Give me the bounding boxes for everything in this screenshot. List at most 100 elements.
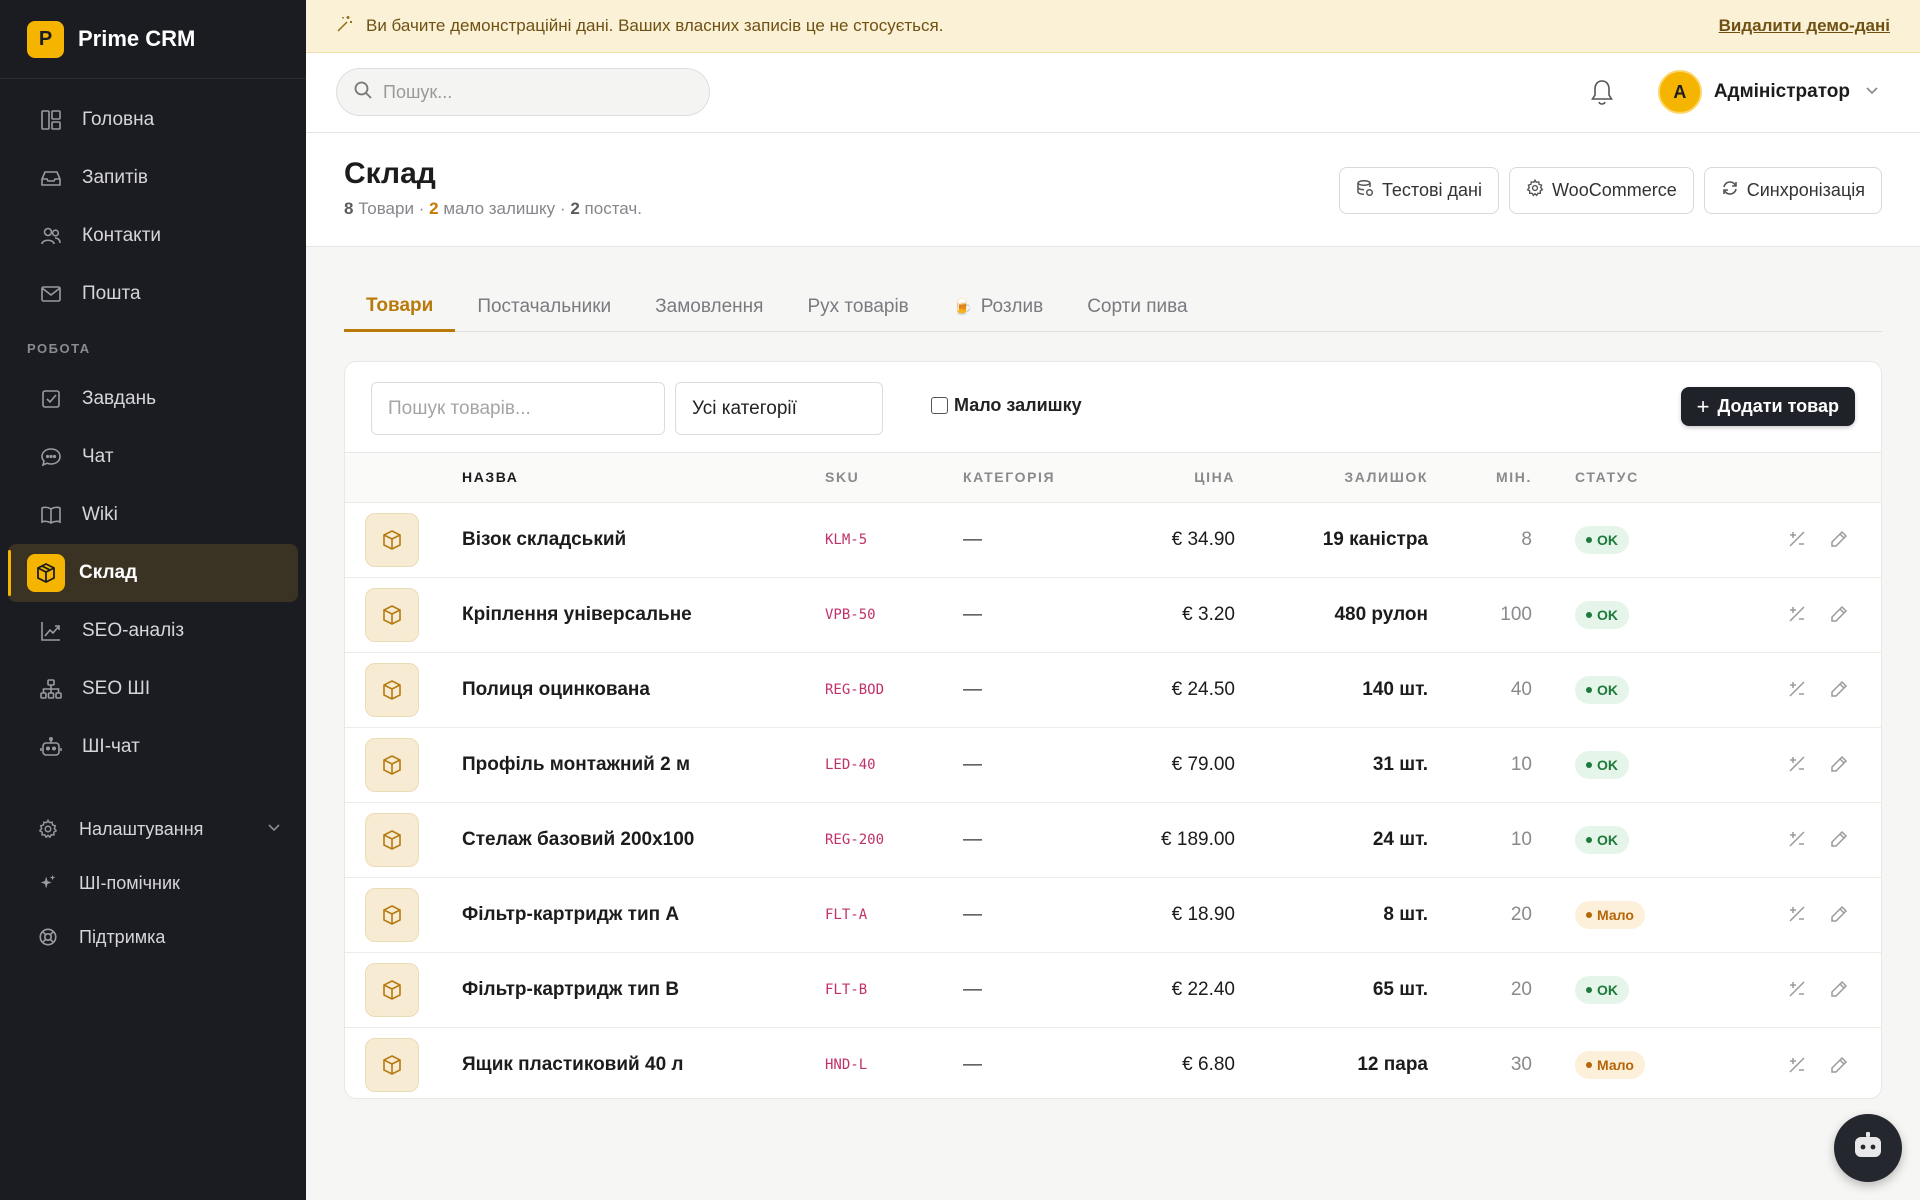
product-name[interactable]: Візок складський	[462, 502, 825, 577]
separator: ·	[418, 199, 425, 218]
product-name[interactable]: Кріплення універсальне	[462, 577, 825, 652]
sidebar-item-ai-chat[interactable]: ШІ-чат	[8, 718, 298, 776]
sidebar-item-mail[interactable]: Пошта	[8, 265, 298, 323]
row-actions	[1707, 877, 1881, 952]
adjust-stock-icon[interactable]	[1787, 754, 1807, 774]
bell-icon[interactable]	[1589, 78, 1615, 111]
adjust-stock-icon[interactable]	[1787, 679, 1807, 699]
status-text: OK	[1597, 831, 1618, 848]
status-badge: OK	[1575, 825, 1629, 854]
product-min: 10	[1510, 753, 1532, 775]
sidebar-item-label: Контакти	[82, 225, 162, 246]
tab-orders[interactable]: Замовлення	[633, 282, 785, 332]
woocommerce-button[interactable]: WooCommerce	[1509, 167, 1694, 214]
product-stock: 24 шт.	[1372, 828, 1428, 850]
row-actions	[1707, 952, 1881, 1027]
tab-stock-movement[interactable]: Рух товарів	[785, 282, 930, 332]
col-stock[interactable]: ЗАЛИШОК	[1235, 453, 1428, 502]
edit-pencil-icon[interactable]	[1829, 604, 1849, 624]
product-sku: REG-BOD	[825, 681, 885, 698]
product-name[interactable]: Фільтр-картридж тип B	[462, 952, 825, 1027]
tab-products[interactable]: Товари	[344, 282, 456, 332]
table-row[interactable]: Фільтр-картридж тип B FLT-B — € 22.40 65 шт.…	[345, 952, 1881, 1027]
tab-label: Розлив	[980, 296, 1044, 317]
table-row[interactable]: Кріплення універсальне VPB-50 — € 3.20 480 р…	[345, 577, 1881, 652]
adjust-stock-icon[interactable]	[1787, 904, 1807, 924]
adjust-stock-icon[interactable]	[1787, 529, 1807, 549]
adjust-stock-icon[interactable]	[1787, 829, 1807, 849]
adjust-stock-icon[interactable]	[1787, 604, 1807, 624]
ai-chat-fab[interactable]	[1834, 1114, 1902, 1182]
sidebar-item-tasks[interactable]: Завдань	[8, 370, 298, 428]
sidebar-item-ai-assistant[interactable]: ШІ-помічник	[8, 856, 298, 910]
add-product-button[interactable]: + Додати товар	[1680, 387, 1855, 426]
table-row[interactable]: Фільтр-картридж тип A FLT-A — € 18.90 8 шт. 2…	[345, 877, 1881, 952]
product-stock: 140 шт.	[1362, 678, 1428, 700]
col-min[interactable]: МІН.	[1428, 453, 1532, 502]
magic-wand-icon	[336, 15, 354, 38]
product-name[interactable]: Профіль монтажний 2 м	[462, 727, 825, 802]
adjust-stock-icon[interactable]	[1787, 979, 1807, 999]
col-category[interactable]: КАТЕГОРІЯ	[963, 453, 1083, 502]
table-row[interactable]: Профіль монтажний 2 м LED-40 — € 79.00 31 шт…	[345, 727, 1881, 802]
product-sku: FLT-A	[825, 906, 868, 923]
product-search-input[interactable]	[371, 382, 665, 435]
col-status[interactable]: СТАТУС	[1532, 453, 1707, 502]
col-sku[interactable]: SKU	[825, 453, 963, 502]
product-name[interactable]: Фільтр-картридж тип A	[462, 877, 825, 952]
table-header-row: НАЗВА SKU КАТЕГОРІЯ ЦІНА ЗАЛИШОК МІН. СТ…	[345, 453, 1881, 502]
sidebar-item-support[interactable]: Підтримка	[8, 910, 298, 964]
sidebar-item-label: Пошта	[82, 283, 141, 304]
product-category: —	[963, 603, 982, 625]
user-menu[interactable]: A Адміністратор	[1657, 69, 1880, 115]
col-price[interactable]: ЦІНА	[1083, 453, 1235, 502]
sync-button[interactable]: Синхронізація	[1703, 167, 1882, 214]
tab-suppliers[interactable]: Постачальники	[455, 282, 633, 332]
edit-pencil-icon[interactable]	[1829, 904, 1849, 924]
product-thumb-cell	[345, 727, 462, 802]
table-row[interactable]: Візок складський KLM-5 — € 34.90 19 каністра…	[345, 502, 1881, 577]
product-name[interactable]: Ящик пластиковий 40 л	[462, 1027, 825, 1098]
sidebar-item-seo-analysis[interactable]: SEO-аналіз	[8, 602, 298, 660]
product-stock: 480 рулон	[1334, 603, 1428, 625]
product-name[interactable]: Полиця оцинкована	[462, 652, 825, 727]
table-row[interactable]: Ящик пластиковий 40 л HND-L — € 6.80 12 пара…	[345, 1027, 1881, 1098]
product-price: € 189.00	[1161, 828, 1235, 850]
tab-bottling[interactable]: 🍺 Розлив	[931, 282, 1065, 332]
sidebar-item-requests[interactable]: Запитів	[8, 149, 298, 207]
delete-demo-data-link[interactable]: Видалити демо-дані	[1719, 16, 1890, 36]
test-data-button[interactable]: Тестові дані	[1338, 167, 1500, 214]
sidebar-item-chat[interactable]: Чат	[8, 428, 298, 486]
adjust-stock-icon[interactable]	[1787, 1055, 1807, 1075]
sidebar-item-home[interactable]: Головна	[8, 91, 298, 149]
sidebar-item-settings[interactable]: Налаштування	[8, 802, 298, 856]
edit-pencil-icon[interactable]	[1829, 1055, 1849, 1075]
product-name[interactable]: Стелаж базовий 200x100	[462, 802, 825, 877]
product-min: 30	[1510, 1053, 1532, 1075]
edit-pencil-icon[interactable]	[1829, 979, 1849, 999]
col-name[interactable]: НАЗВА	[462, 453, 825, 502]
chevron-down-icon[interactable]	[266, 819, 282, 840]
low-stock-checkbox[interactable]	[931, 397, 948, 414]
sidebar-item-wiki[interactable]: Wiki	[8, 486, 298, 544]
sidebar-item-warehouse[interactable]: Склад	[8, 544, 298, 602]
edit-pencil-icon[interactable]	[1829, 679, 1849, 699]
sidebar-item-contacts[interactable]: Контакти	[8, 207, 298, 265]
brand[interactable]: P Prime CRM	[0, 0, 306, 79]
edit-pencil-icon[interactable]	[1829, 754, 1849, 774]
tab-beer-varieties[interactable]: Сорти пива	[1065, 282, 1209, 332]
table-row[interactable]: Полиця оцинкована REG-BOD — € 24.50 140 шт. 4…	[345, 652, 1881, 727]
search-input[interactable]	[383, 81, 683, 103]
edit-pencil-icon[interactable]	[1829, 529, 1849, 549]
edit-pencil-icon[interactable]	[1829, 829, 1849, 849]
status-dot	[1586, 1061, 1592, 1068]
category-select[interactable]: Усі категорії	[675, 382, 883, 435]
sidebar-item-label: ШІ-помічник	[79, 872, 180, 893]
sidebar-item-label: Запитів	[82, 167, 148, 188]
package-icon	[365, 737, 419, 792]
topbar: A Адміністратор	[306, 53, 1920, 133]
table-row[interactable]: Стелаж базовий 200x100 REG-200 — € 189.00 24…	[345, 802, 1881, 877]
sidebar-item-seo-ai[interactable]: SEO ШІ	[8, 660, 298, 718]
low-stock-filter[interactable]: Мало залишку	[931, 395, 1082, 416]
product-status-cell: OK	[1532, 727, 1707, 802]
